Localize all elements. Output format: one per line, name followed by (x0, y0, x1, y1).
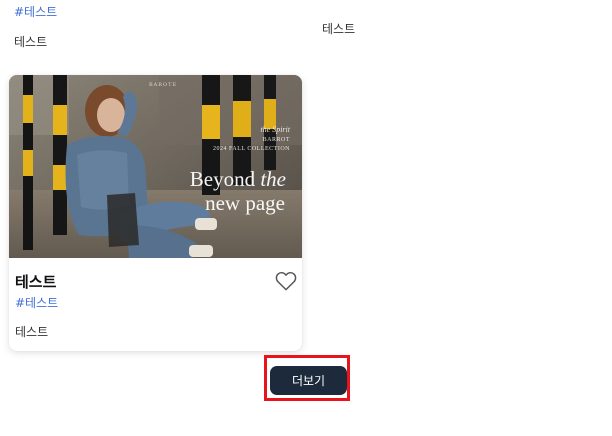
page: #테스트 테스트 테스트 BAROTE the Spirit BARROT 20… (0, 0, 612, 436)
image-tag-line-b: BARROT (262, 137, 290, 143)
heart-outline-icon (275, 271, 297, 291)
image-headline-1: Beyond the (190, 167, 286, 192)
image-tag-line-c: 2024 FALL COLLECTION (213, 146, 290, 152)
more-button[interactable]: 더보기 (270, 366, 347, 395)
product-card[interactable]: BAROTE the Spirit BARROT 2024 FALL COLLE… (9, 75, 302, 351)
heart-icon[interactable] (275, 271, 297, 291)
image-headline-2: new page (205, 191, 285, 215)
image-headline-1a: Beyond (189, 167, 261, 191)
product-title[interactable]: 테스트 (15, 271, 56, 292)
product-description: 테스트 (15, 325, 49, 339)
image-headline-1b: the (260, 167, 286, 191)
image-tag-line-a: the Spirit (260, 125, 290, 134)
product-image[interactable]: BAROTE the Spirit BARROT 2024 FALL COLLE… (9, 75, 302, 258)
top-card-hashtag[interactable]: #테스트 (14, 3, 57, 20)
top-card-description: 테스트 (14, 35, 48, 49)
top-right-label: 테스트 (322, 22, 356, 36)
image-brand-text: BAROTE (149, 82, 178, 88)
product-hashtag[interactable]: #테스트 (15, 294, 58, 311)
